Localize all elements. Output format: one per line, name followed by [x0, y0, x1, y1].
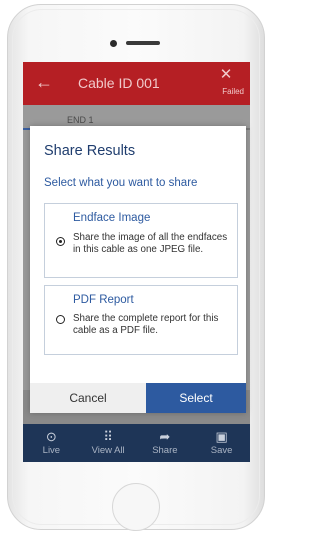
nav-save[interactable]: ▣ Save	[193, 424, 250, 462]
grid-dots-icon: ⠿	[103, 429, 113, 444]
option-title: Endface Image	[73, 212, 151, 224]
page-title: Cable ID 001	[78, 75, 160, 91]
close-icon[interactable]: ✕	[214, 67, 238, 83]
radio-pdf-report[interactable]	[56, 315, 65, 324]
back-arrow-icon[interactable]: ←	[35, 72, 53, 92]
select-button[interactable]: Select	[146, 383, 246, 413]
earpiece-speaker	[126, 41, 160, 45]
floppy-disk-icon: ▣	[215, 429, 228, 444]
play-circle-icon: ⊙	[45, 429, 57, 444]
dialog-title: Share Results	[44, 143, 136, 159]
share-arrow-icon: ➦	[159, 429, 171, 444]
nav-share[interactable]: ➦ Share	[137, 424, 194, 462]
app-bar: ← Cable ID 001 ✕ Failed	[23, 62, 250, 105]
cancel-button[interactable]: Cancel	[30, 383, 146, 413]
share-results-dialog: Share Results Select what you want to sh…	[30, 126, 246, 413]
option-title: PDF Report	[73, 294, 134, 306]
home-button[interactable]	[112, 483, 160, 531]
nav-view-all[interactable]: ⠿ View All	[80, 424, 137, 462]
tab-end-1[interactable]: END 1	[67, 115, 94, 125]
nav-live[interactable]: ⊙ Live	[23, 424, 80, 462]
option-description: Share the image of all the endfaces in t…	[73, 232, 228, 255]
option-endface-image[interactable]: Endface Image Share the image of all the…	[44, 203, 238, 278]
bottom-nav: ⊙ Live ⠿ View All ➦ Share ▣ Save	[23, 424, 250, 462]
nav-label: Save	[210, 445, 233, 456]
nav-label: Share	[152, 445, 178, 456]
radio-endface-image[interactable]	[56, 237, 65, 246]
dialog-subtitle: Select what you want to share	[44, 177, 198, 189]
status-badge: Failed	[222, 87, 244, 96]
nav-label: Live	[42, 445, 61, 456]
option-description: Share the complete report for this cable…	[73, 313, 219, 336]
front-camera	[110, 40, 117, 47]
option-pdf-report[interactable]: PDF Report Share the complete report for…	[44, 285, 238, 355]
nav-label: View All	[91, 445, 125, 456]
